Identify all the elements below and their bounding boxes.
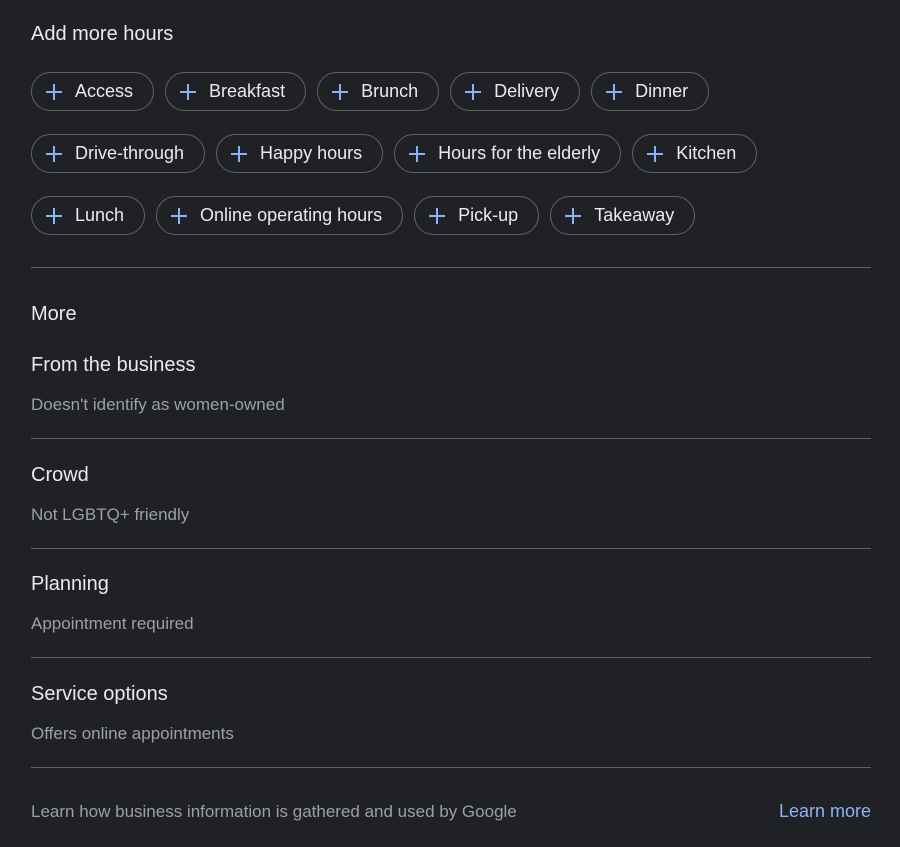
chip-dinner[interactable]: Dinner <box>591 72 710 111</box>
chip-kitchen[interactable]: Kitchen <box>632 134 758 173</box>
section-title-crowd: Crowd <box>31 464 89 486</box>
plus-icon <box>645 144 665 164</box>
plus-icon <box>604 82 624 102</box>
chip-label: Happy hours <box>260 143 363 163</box>
plus-icon <box>169 206 189 226</box>
section-title-from-business: From the business <box>31 354 196 376</box>
divider <box>31 657 871 658</box>
divider <box>31 548 871 549</box>
chip-label: Pick-up <box>458 205 519 225</box>
divider <box>31 267 871 268</box>
chip-label: Breakfast <box>209 81 286 101</box>
chip-label: Dinner <box>635 81 689 101</box>
chip-pick-up[interactable]: Pick-up <box>414 196 540 235</box>
chip-lunch[interactable]: Lunch <box>31 196 146 235</box>
hours-chip-row-1: Access Breakfast Brunch Delivery Dinner <box>31 72 710 111</box>
section-title-service-options: Service options <box>31 683 168 705</box>
section-title-planning: Planning <box>31 573 109 595</box>
chip-brunch[interactable]: Brunch <box>317 72 440 111</box>
chip-label: Access <box>75 81 134 101</box>
chip-hours-for-elderly[interactable]: Hours for the elderly <box>394 134 622 173</box>
divider <box>31 767 871 768</box>
chip-takeaway[interactable]: Takeaway <box>550 196 696 235</box>
section-value-crowd: Not LGBTQ+ friendly <box>31 505 190 524</box>
plus-icon <box>427 206 447 226</box>
plus-icon <box>563 206 583 226</box>
chip-delivery[interactable]: Delivery <box>450 72 581 111</box>
chip-label: Takeaway <box>594 205 675 225</box>
chip-access[interactable]: Access <box>31 72 155 111</box>
plus-icon <box>44 206 64 226</box>
chip-breakfast[interactable]: Breakfast <box>165 72 307 111</box>
chip-label: Drive-through <box>75 143 185 163</box>
info-disclaimer: Learn how business information is gather… <box>31 802 517 821</box>
plus-icon <box>44 144 64 164</box>
chip-label: Hours for the elderly <box>438 143 601 163</box>
divider <box>31 438 871 439</box>
plus-icon <box>330 82 350 102</box>
plus-icon <box>407 144 427 164</box>
more-heading: More <box>31 303 77 325</box>
chip-label: Lunch <box>75 205 125 225</box>
hours-chip-row-2: Drive-through Happy hours Hours for the … <box>31 134 758 173</box>
chip-happy-hours[interactable]: Happy hours <box>216 134 384 173</box>
plus-icon <box>229 144 249 164</box>
learn-more-link[interactable]: Learn more <box>779 801 871 822</box>
chip-label: Online operating hours <box>200 205 383 225</box>
section-value-service-options: Offers online appointments <box>31 724 234 743</box>
plus-icon <box>44 82 64 102</box>
plus-icon <box>463 82 483 102</box>
chip-online-operating-hours[interactable]: Online operating hours <box>156 196 404 235</box>
hours-chip-row-3: Lunch Online operating hours Pick-up Tak… <box>31 196 696 235</box>
add-more-hours-heading: Add more hours <box>31 23 174 45</box>
chip-label: Delivery <box>494 81 560 101</box>
section-value-planning: Appointment required <box>31 614 194 633</box>
chip-label: Kitchen <box>676 143 737 163</box>
chip-label: Brunch <box>361 81 419 101</box>
plus-icon <box>178 82 198 102</box>
section-value-from-business: Doesn't identify as women-owned <box>31 395 285 414</box>
chip-drive-through[interactable]: Drive-through <box>31 134 206 173</box>
